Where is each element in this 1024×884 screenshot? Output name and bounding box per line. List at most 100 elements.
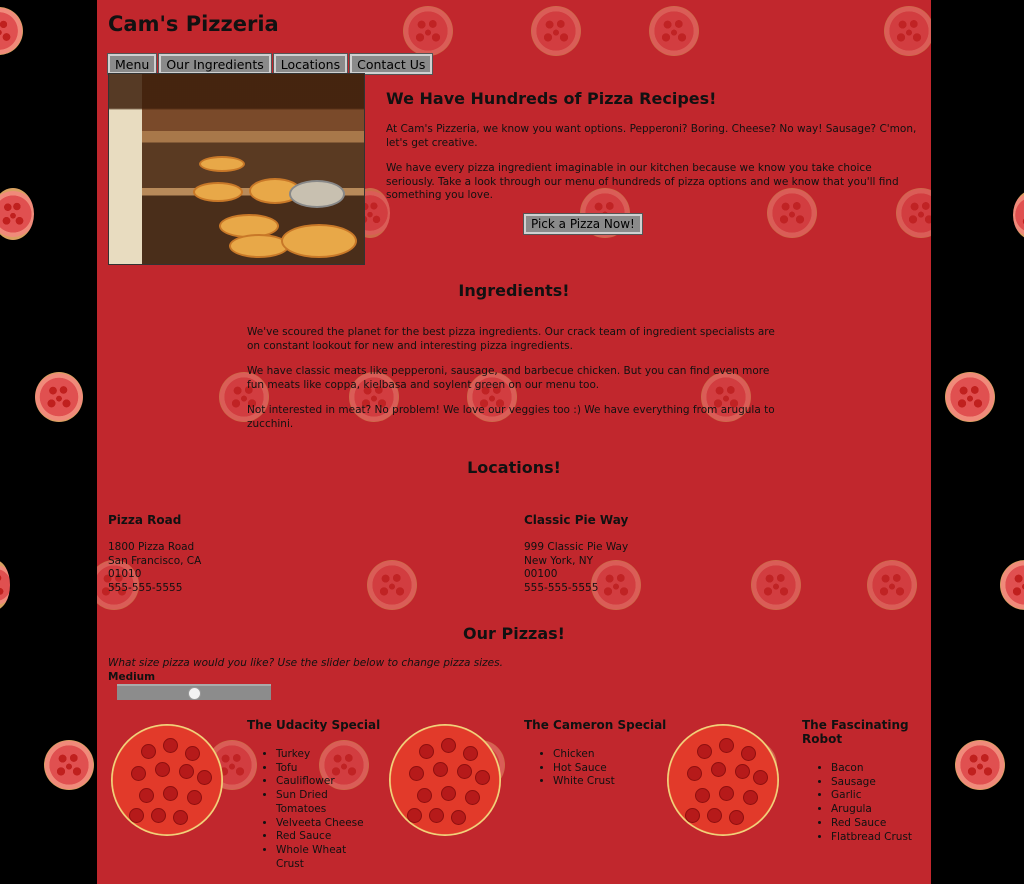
nav-contact-button[interactable]: Contact Us bbox=[349, 53, 434, 75]
pepperoni-icon bbox=[179, 764, 194, 779]
pepperoni-icon bbox=[735, 764, 750, 779]
pizzas-heading: Our Pizzas! bbox=[463, 624, 565, 643]
pizza-icon bbox=[111, 724, 223, 836]
pepperoni-icon bbox=[741, 746, 756, 761]
pepperoni-icon bbox=[417, 788, 432, 803]
pizza-name: The Cameron Special bbox=[524, 718, 667, 732]
location-card: Pizza Road 1800 Pizza Road San Francisco… bbox=[108, 513, 201, 596]
pepperoni-icon bbox=[695, 788, 710, 803]
ingredient-item: Tofu bbox=[276, 762, 377, 776]
pepperoni-icon bbox=[139, 788, 154, 803]
pepperoni-icon bbox=[163, 786, 178, 801]
pepperoni-icon bbox=[697, 744, 712, 759]
location-zip: 01010 bbox=[108, 568, 142, 581]
pepperoni-icon bbox=[151, 808, 166, 823]
size-label: Medium bbox=[108, 671, 156, 683]
background-pizza-icon bbox=[751, 560, 801, 610]
hero-paragraph: We have every pizza ingredient imaginabl… bbox=[386, 162, 899, 202]
pepperoni-icon bbox=[463, 746, 478, 761]
locations-heading: Locations! bbox=[467, 458, 561, 477]
background-pizza-icon bbox=[649, 6, 699, 56]
background-pizza-icon bbox=[403, 6, 453, 56]
location-name: Pizza Road bbox=[108, 513, 182, 527]
ingredient-item: White Crust bbox=[553, 775, 654, 789]
pepperoni-icon bbox=[187, 790, 202, 805]
background-pizza-icon bbox=[884, 6, 931, 56]
pepperoni-icon bbox=[155, 762, 170, 777]
pepperoni-icon bbox=[419, 744, 434, 759]
background-pizza-icon bbox=[0, 188, 34, 240]
ingredients-paragraph: Not interested in meat? No problem! We l… bbox=[247, 404, 775, 430]
pepperoni-icon bbox=[753, 770, 768, 785]
location-street: 999 Classic Pie Way bbox=[524, 541, 629, 553]
ingredients-paragraph: We have classic meats like pepperoni, sa… bbox=[247, 365, 770, 391]
pepperoni-icon bbox=[129, 808, 144, 823]
nav-locations-button[interactable]: Locations bbox=[272, 53, 349, 75]
pepperoni-icon bbox=[429, 808, 444, 823]
ingredient-list: Turkey Tofu Cauliflower Sun Dried Tomato… bbox=[247, 748, 377, 871]
pepperoni-icon bbox=[407, 808, 422, 823]
pepperoni-icon bbox=[457, 764, 472, 779]
location-city: New York, NY bbox=[524, 554, 594, 567]
location-phone: 555-555-5555 bbox=[108, 582, 183, 595]
location-zip: 00100 bbox=[524, 568, 558, 581]
pepperoni-icon bbox=[687, 766, 702, 781]
ingredient-item: Red Sauce bbox=[831, 817, 927, 831]
ingredient-item: Hot Sauce bbox=[553, 762, 654, 776]
ingredient-item: Cauliflower bbox=[276, 775, 377, 789]
pepperoni-icon bbox=[433, 762, 448, 777]
pizza-name: The Udacity Special bbox=[247, 718, 381, 732]
ingredient-item: Arugula bbox=[831, 803, 927, 817]
ingredient-item: Red Sauce bbox=[276, 830, 377, 844]
pepperoni-icon bbox=[719, 738, 734, 753]
ingredient-item: Whole Wheat Crust bbox=[276, 844, 377, 871]
pepperoni-icon bbox=[743, 790, 758, 805]
pepperoni-icon bbox=[409, 766, 424, 781]
pepperoni-icon bbox=[441, 786, 456, 801]
location-street: 1800 Pizza Road bbox=[108, 541, 195, 553]
pepperoni-icon bbox=[131, 766, 146, 781]
pepperoni-icon bbox=[465, 790, 480, 805]
ingredient-item: Sausage bbox=[831, 776, 927, 790]
pepperoni-icon bbox=[163, 738, 178, 753]
background-pizza-icon bbox=[1013, 190, 1024, 240]
pizza-size-slider[interactable] bbox=[117, 684, 271, 700]
pepperoni-icon bbox=[173, 810, 188, 825]
hero-paragraph: At Cam's Pizzeria, we know you want opti… bbox=[386, 123, 917, 149]
ingredient-item: Turkey bbox=[276, 748, 377, 762]
pepperoni-icon bbox=[197, 770, 212, 785]
ingredient-list: Chicken Hot Sauce White Crust bbox=[524, 748, 654, 789]
pepperoni-icon bbox=[729, 810, 744, 825]
site-title: Cam's Pizzeria bbox=[108, 12, 279, 36]
background-pizza-icon bbox=[531, 6, 581, 56]
ingredient-item: Bacon bbox=[831, 762, 927, 776]
nav-menu-button[interactable]: Menu bbox=[106, 53, 158, 75]
pepperoni-icon bbox=[141, 744, 156, 759]
pepperoni-icon bbox=[441, 738, 456, 753]
pizza-icon bbox=[667, 724, 779, 836]
location-card: Classic Pie Way 999 Classic Pie Way New … bbox=[524, 513, 628, 596]
pizza-icon bbox=[389, 724, 501, 836]
ingredient-item: Sun Dried Tomatoes bbox=[276, 789, 377, 816]
ingredients-paragraph: We've scoured the planet for the best pi… bbox=[247, 326, 775, 352]
pick-pizza-button[interactable]: Pick a Pizza Now! bbox=[523, 213, 643, 235]
slider-handle[interactable] bbox=[188, 687, 201, 700]
pepperoni-icon bbox=[707, 808, 722, 823]
location-phone: 555-555-5555 bbox=[524, 582, 599, 595]
ingredient-item: Garlic bbox=[831, 789, 927, 803]
nav-ingredients-button[interactable]: Our Ingredients bbox=[158, 53, 272, 75]
pepperoni-icon bbox=[475, 770, 490, 785]
pepperoni-icon bbox=[185, 746, 200, 761]
background-pizza-icon bbox=[0, 560, 10, 610]
pizza-name: The Fascinating Robot bbox=[802, 718, 909, 746]
ingredient-item: Flatbread Crust bbox=[831, 831, 927, 845]
pepperoni-icon bbox=[711, 762, 726, 777]
ingredient-list: Bacon Sausage Garlic Arugula Red Sauce F… bbox=[802, 762, 927, 844]
ingredient-item: Velveeta Cheese bbox=[276, 817, 377, 831]
pepperoni-icon bbox=[719, 786, 734, 801]
pizzeria-photo bbox=[108, 73, 365, 265]
background-pizza-icon bbox=[1000, 560, 1024, 610]
size-prompt: What size pizza would you like? Use the … bbox=[108, 657, 503, 669]
location-name: Classic Pie Way bbox=[524, 513, 629, 527]
location-city: San Francisco, CA bbox=[108, 554, 202, 567]
